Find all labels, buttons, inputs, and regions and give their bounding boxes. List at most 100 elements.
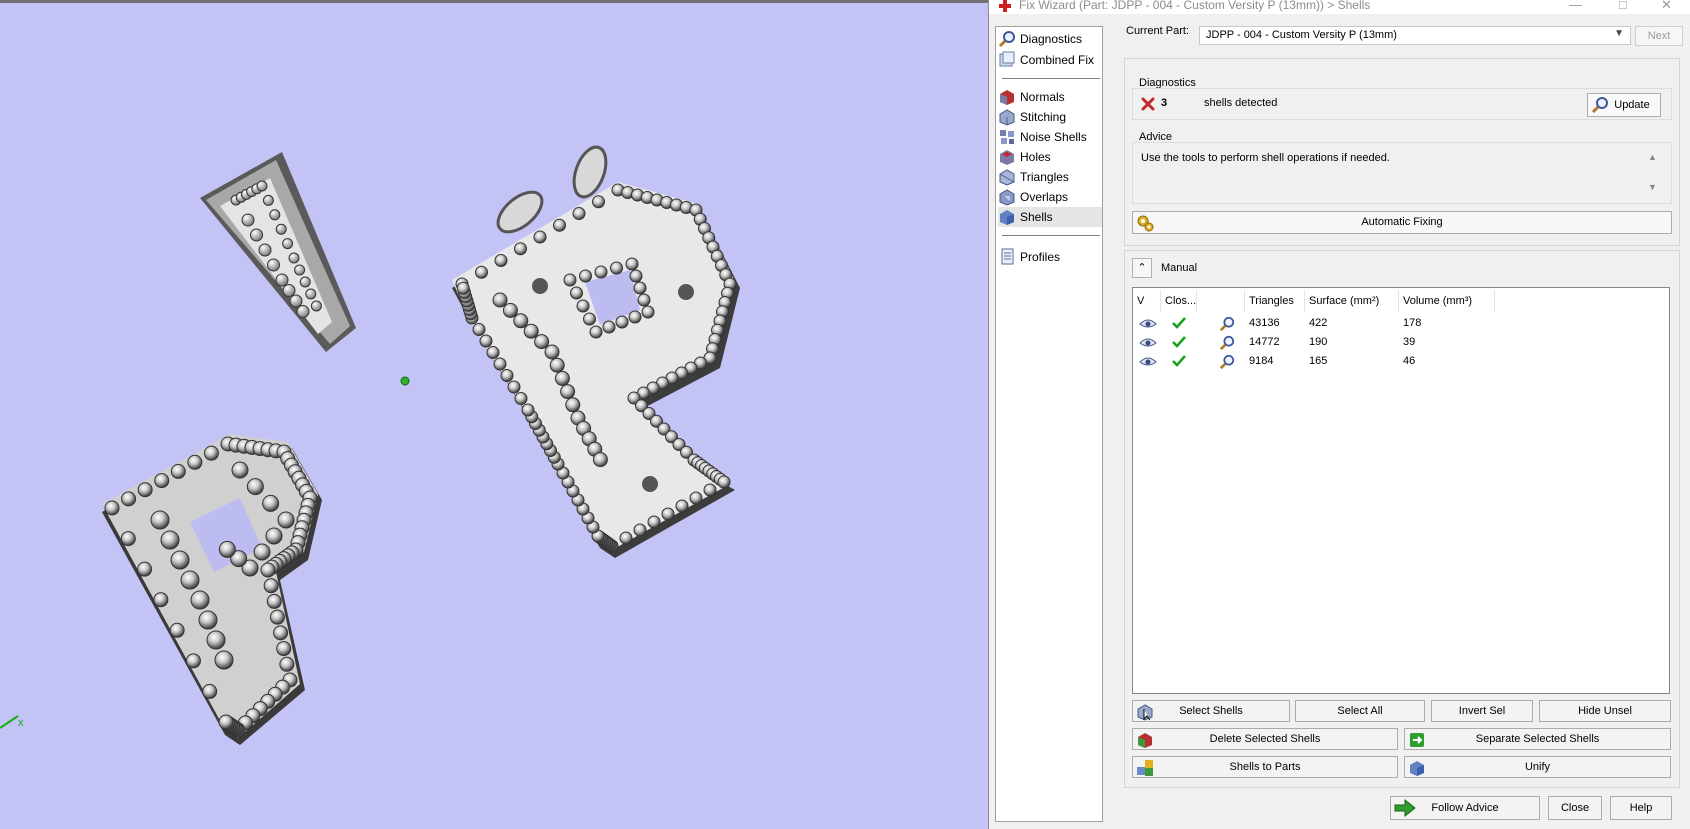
hide-unselected-button[interactable]: Hide Unsel — [1539, 700, 1671, 722]
help-button[interactable]: Help — [1610, 796, 1672, 820]
gem-stud — [615, 315, 629, 329]
delete-selected-shells-button[interactable]: Delete Selected Shells — [1132, 728, 1398, 750]
gem-stud — [202, 683, 218, 699]
gem-stud — [625, 257, 639, 271]
column-header-visible[interactable]: V — [1133, 290, 1161, 312]
nav-item-label: Diagnostics — [1020, 32, 1083, 46]
column-header-triangles[interactable]: Triangles — [1245, 290, 1305, 312]
separate-selected-shells-button[interactable]: Separate Selected Shells — [1404, 728, 1671, 750]
gem-stud — [273, 625, 289, 641]
row-volume: 46 — [1403, 355, 1416, 367]
stitching-icon — [999, 109, 1015, 126]
gem-stud — [150, 510, 170, 530]
title-bar[interactable]: Fix Wizard (Part: JDPP - 004 - Custom Ve… — [989, 0, 1690, 14]
table-row[interactable]: 43136 422 178 — [1133, 314, 1669, 333]
gem-stud — [553, 218, 566, 232]
gem-stud — [514, 392, 528, 405]
gem-stud — [262, 494, 280, 512]
shells-to-parts-button[interactable]: Shells to Parts — [1132, 756, 1398, 778]
shells-to-parts-icon — [1137, 760, 1153, 776]
automatic-fixing-button[interactable]: Automatic Fixing — [1132, 211, 1672, 234]
shells-table[interactable]: V Clos... Triangles Surface (mm²) Volume… — [1132, 287, 1670, 694]
collapse-chevron-icon[interactable]: ⌃ — [1132, 258, 1152, 278]
small-p-pendant-model[interactable] — [102, 434, 322, 745]
model-scene[interactable]: x — [0, 0, 990, 829]
column-header-volume[interactable]: Volume (mm³) — [1399, 290, 1495, 312]
noise-shells-icon — [1000, 130, 1014, 144]
gem-stud — [560, 384, 576, 400]
gem-stud — [514, 242, 527, 256]
column-header-surface[interactable]: Surface (mm²) — [1305, 290, 1399, 312]
follow-advice-button[interactable]: Follow Advice — [1390, 796, 1540, 820]
column-header-inspect[interactable] — [1197, 290, 1245, 312]
gem-stud — [206, 630, 226, 650]
gem-stud — [592, 195, 605, 209]
normals-icon — [1000, 90, 1014, 105]
table-row[interactable]: 14772 190 39 — [1133, 333, 1669, 352]
nav-item-holes[interactable]: Holes — [998, 147, 1102, 167]
gem-stud — [180, 570, 200, 590]
axis-triad-icon: x — [0, 715, 24, 729]
window-close-button[interactable]: ✕ — [1661, 0, 1672, 13]
eye-visible-icon[interactable] — [1139, 316, 1157, 330]
gem-stud — [479, 334, 493, 348]
error-x-icon — [1141, 97, 1155, 111]
select-all-button[interactable]: Select All — [1295, 700, 1425, 722]
gem-stud — [619, 531, 633, 545]
nav-item-normals[interactable]: Normals — [998, 87, 1102, 107]
eye-visible-icon[interactable] — [1139, 335, 1157, 349]
gem-stud — [310, 300, 322, 312]
gem-stud — [282, 238, 294, 250]
select-shells-label: Select Shells — [1179, 705, 1243, 717]
nav-item-diagnostics[interactable]: Diagnostics — [998, 29, 1102, 49]
gem-stud — [507, 380, 521, 394]
maximize-button[interactable]: □ — [1619, 0, 1627, 12]
column-header-closed[interactable]: Clos... — [1161, 290, 1197, 312]
nav-item-combined-fix[interactable]: Combined Fix — [998, 50, 1102, 70]
nav-item-overlaps[interactable]: Overlaps — [998, 187, 1102, 207]
nav-item-label: Stitching — [1020, 110, 1067, 124]
overlaps-icon — [999, 189, 1015, 206]
zoom-to-shell-icon[interactable] — [1218, 354, 1236, 370]
scroll-up-icon[interactable]: ▲ — [1648, 152, 1657, 162]
nav-item-profiles[interactable]: Profiles — [998, 247, 1102, 267]
gem-stud — [549, 357, 565, 373]
invert-selection-button[interactable]: Invert Sel — [1431, 700, 1533, 722]
unify-button[interactable]: Unify — [1404, 756, 1671, 778]
window-title: Fix Wizard (Part: JDPP - 004 - Custom Ve… — [1019, 0, 1371, 12]
gem-stud — [296, 305, 310, 318]
minimize-button[interactable]: — — [1569, 0, 1582, 12]
bail-model[interactable] — [200, 152, 356, 352]
gem-stud — [154, 473, 170, 489]
gem-stud — [513, 313, 529, 329]
nav-item-noise-shells[interactable]: Noise Shells — [998, 127, 1102, 147]
close-button[interactable]: Close — [1548, 796, 1602, 820]
magnifier-icon — [998, 31, 1015, 48]
gem-stud — [137, 482, 153, 498]
closed-check-icon — [1172, 317, 1186, 329]
gem-stud — [494, 254, 508, 267]
large-p-pendant-model[interactable] — [452, 143, 740, 558]
nav-item-triangles[interactable]: Triangles — [998, 167, 1102, 187]
row-surface: 422 — [1309, 317, 1328, 329]
scroll-down-icon[interactable]: ▼ — [1648, 182, 1657, 192]
gem-stud — [241, 213, 255, 227]
nav-item-shells[interactable]: Shells — [998, 207, 1102, 227]
gem-stud — [633, 281, 647, 295]
table-row[interactable]: 9184 165 46 — [1133, 352, 1669, 371]
current-part-select[interactable]: JDPP - 004 - Custom Versity P (13mm) ▼ — [1199, 26, 1631, 45]
gem-stud — [214, 650, 234, 670]
select-shells-button[interactable]: Select Shells — [1132, 700, 1290, 722]
nav-item-label: Noise Shells — [1020, 130, 1087, 144]
3d-viewport[interactable]: x — [0, 0, 990, 829]
nav-item-stitching[interactable]: Stitching — [998, 107, 1102, 127]
eye-visible-icon[interactable] — [1139, 354, 1157, 368]
gem-stud — [231, 461, 249, 479]
zoom-to-shell-icon[interactable] — [1218, 316, 1236, 332]
gem-stud — [583, 312, 596, 326]
zoom-to-shell-icon[interactable] — [1218, 335, 1236, 351]
row-triangles: 9184 — [1249, 355, 1274, 367]
unify-label: Unify — [1524, 761, 1551, 773]
next-button[interactable]: Next — [1635, 26, 1683, 46]
update-button[interactable]: Update — [1587, 93, 1661, 117]
